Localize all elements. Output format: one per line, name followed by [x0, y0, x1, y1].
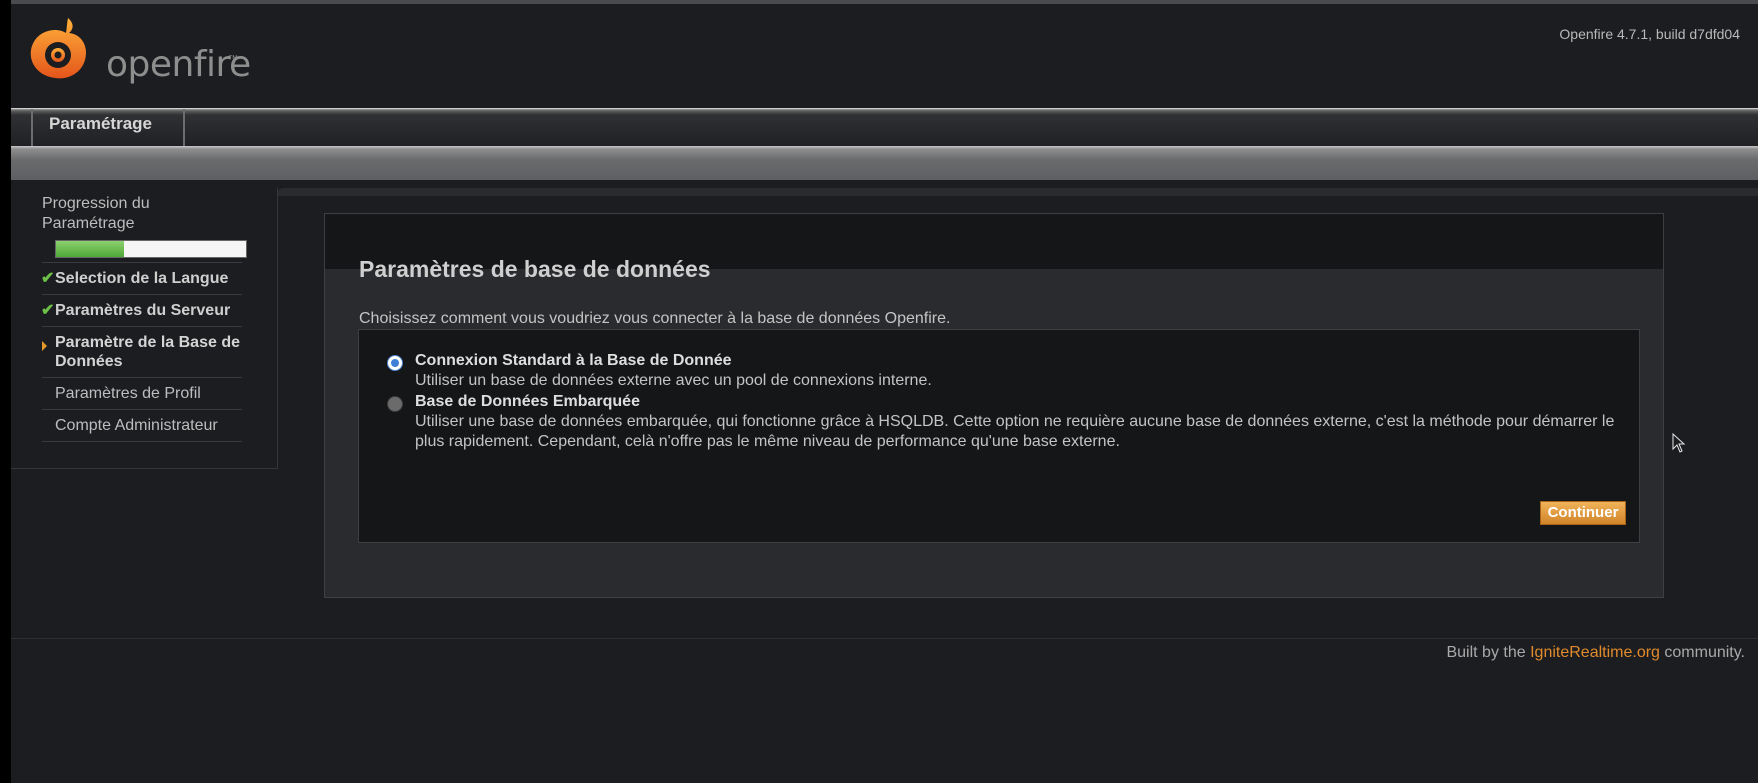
progress-fill	[56, 241, 125, 257]
sidebar: Progression du Paramétrage ✔ Selection d…	[11, 188, 278, 469]
page-title: Paramètres de base de données	[359, 256, 711, 282]
sidebar-item-label: Paramètre de la Base de Données	[55, 334, 240, 370]
footer-divider	[11, 638, 1758, 639]
radio-standard[interactable]	[387, 355, 403, 371]
sidebar-item-admin-account: Compte Administrateur	[42, 409, 242, 442]
progress-title: Progression du Paramétrage	[42, 195, 150, 232]
sidebar-item-label: Compte Administrateur	[55, 417, 218, 434]
openfire-logo[interactable]: openfire ™	[23, 14, 251, 85]
database-settings-panel: Paramètres de base de données Choisissez…	[324, 213, 1664, 598]
footer-suffix: community.	[1659, 644, 1745, 661]
current-step-arrow-icon	[42, 341, 47, 351]
footer-prefix: Built by the	[1446, 644, 1531, 661]
sidebar-item-label: Paramètres du Serveur	[55, 302, 231, 319]
setup-progress-bar	[55, 240, 247, 258]
sidebar-item-label: Paramètres de Profil	[55, 385, 201, 402]
continue-button[interactable]: Continuer	[1540, 501, 1626, 525]
footer: Built by the IgniteRealtime.org communit…	[1446, 644, 1745, 662]
option-title: Connexion Standard à la Base de Donnée	[415, 352, 732, 369]
radio-embedded[interactable]	[387, 396, 403, 412]
left-edge-strip	[0, 0, 11, 783]
mouse-pointer-icon	[1672, 433, 1686, 453]
option-description: Utiliser un base de données externe avec…	[415, 372, 932, 389]
options-box: Connexion Standard à la Base de Donnée U…	[358, 329, 1640, 543]
tab-parametrage[interactable]: Paramétrage	[31, 109, 185, 147]
sidebar-item-database[interactable]: Paramètre de la Base de Données	[42, 326, 242, 377]
option-description: Utiliser une base de données embarquée, …	[415, 413, 1615, 450]
tab-label: Paramétrage	[49, 114, 153, 133]
tab-bar: Paramétrage	[11, 108, 1758, 147]
option-title: Base de Données Embarquée	[415, 393, 640, 410]
logo-trademark: ™	[228, 54, 238, 65]
ignite-realtime-link[interactable]: IgniteRealtime.org	[1530, 644, 1660, 661]
sub-nav-bar	[11, 146, 1758, 180]
sidebar-item-profile: Paramètres de Profil	[42, 377, 242, 409]
version-label: Openfire 4.7.1, build d7dfd04	[1559, 26, 1740, 42]
checkmark-icon: ✔	[41, 302, 55, 319]
header: openfire ™ Openfire 4.7.1, build d7dfd04	[11, 4, 1758, 110]
sidebar-item-language[interactable]: ✔ Selection de la Langue	[41, 262, 242, 294]
sidebar-item-label: Selection de la Langue	[55, 270, 229, 287]
sidebar-item-server[interactable]: ✔ Paramètres du Serveur	[41, 294, 242, 326]
checkmark-icon: ✔	[41, 270, 55, 287]
flame-logo-icon	[30, 18, 87, 79]
intro-text: Choisissez comment vous voudriez vous co…	[359, 310, 951, 327]
setup-steps-nav: ✔ Selection de la Langue ✔ Paramètres du…	[41, 262, 242, 442]
